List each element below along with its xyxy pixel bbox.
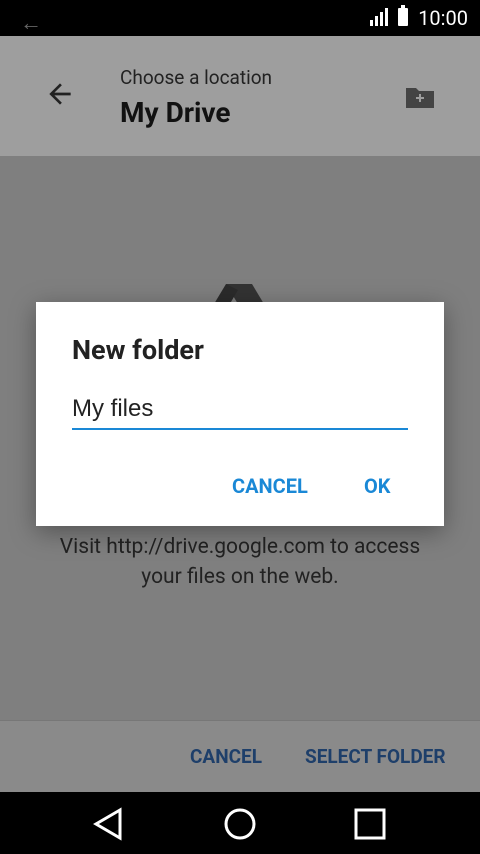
dialog-ok-button[interactable]: OK: [364, 474, 391, 498]
folder-name-input[interactable]: [72, 390, 408, 430]
dialog-cancel-button[interactable]: CANCEL: [232, 474, 308, 498]
new-folder-dialog: New folder CANCEL OK: [36, 302, 444, 526]
dialog-title: New folder: [72, 334, 204, 366]
